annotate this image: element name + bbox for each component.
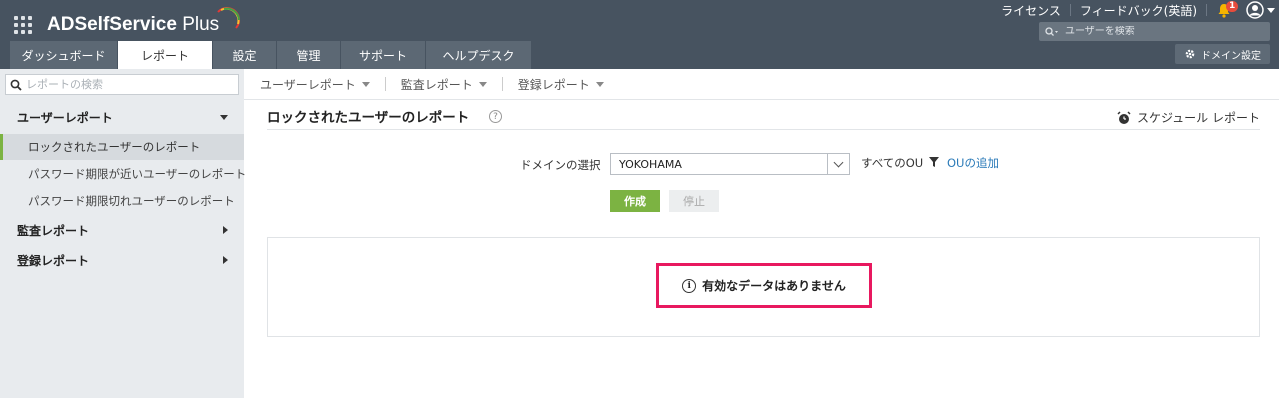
alarm-clock-icon bbox=[1117, 110, 1131, 124]
user-search-input[interactable] bbox=[1065, 26, 1255, 37]
feedback-link[interactable]: フィードバック(英語) bbox=[1071, 2, 1206, 19]
domain-settings-label: ドメイン設定 bbox=[1201, 50, 1261, 62]
report-search-box bbox=[5, 74, 239, 95]
top-header: ADSelfService Plus ライセンス フィードバック(英語) 1 ユ… bbox=[0, 0, 1279, 69]
subnav-label: 監査レポート bbox=[400, 77, 473, 92]
app-grid-icon[interactable] bbox=[14, 16, 32, 34]
help-icon[interactable]: ? bbox=[489, 110, 502, 123]
license-link[interactable]: ライセンス bbox=[992, 2, 1070, 19]
user-avatar-icon bbox=[1245, 1, 1264, 19]
tab-reports[interactable]: レポート bbox=[118, 41, 212, 69]
sidebar-group-audit-reports[interactable]: 監査レポート bbox=[0, 216, 244, 244]
tab-dashboard[interactable]: ダッシュボード bbox=[10, 41, 117, 69]
tab-admin[interactable]: 管理 bbox=[277, 41, 340, 69]
top-links: ライセンス フィードバック(英語) 1 bbox=[992, 0, 1279, 20]
sidebar-group-label: 監査レポート bbox=[17, 223, 90, 238]
no-data-message: 有効なデータはありません bbox=[702, 279, 846, 293]
domain-settings-button[interactable]: ドメイン設定 bbox=[1175, 44, 1270, 64]
caret-down-icon bbox=[361, 81, 370, 87]
tab-support[interactable]: サポート bbox=[341, 41, 425, 69]
stop-button[interactable]: 停止 bbox=[669, 190, 719, 212]
report-search-input[interactable] bbox=[26, 78, 231, 91]
add-ou-link[interactable]: OUの追加 bbox=[947, 155, 999, 171]
domain-select-value: YOKOHAMA bbox=[619, 157, 682, 171]
caret-down-icon bbox=[595, 81, 604, 87]
schedule-report-label: スケジュール レポート bbox=[1137, 111, 1260, 125]
schedule-report-link[interactable]: スケジュール レポート bbox=[1117, 109, 1260, 126]
caret-down-icon bbox=[478, 81, 487, 87]
logo-arc-icon bbox=[217, 6, 241, 29]
chevron-down-icon bbox=[1266, 7, 1275, 13]
gear-icon bbox=[1185, 49, 1195, 59]
divider bbox=[384, 77, 386, 91]
product-logo[interactable]: ADSelfService Plus bbox=[47, 14, 219, 38]
all-ou-label: すべてのOU bbox=[861, 156, 924, 170]
divider bbox=[501, 77, 503, 91]
notification-button[interactable]: 1 bbox=[1207, 0, 1241, 20]
subnav-label: ユーザーレポート bbox=[260, 77, 356, 92]
search-icon bbox=[6, 79, 26, 91]
product-name: ADSelfService bbox=[47, 14, 177, 35]
caret-down-icon bbox=[220, 114, 228, 120]
domain-select[interactable]: YOKOHAMA bbox=[610, 153, 850, 175]
sidebar-group-enrollment-reports[interactable]: 登録レポート bbox=[0, 246, 244, 274]
no-data-message-box: i 有効なデータはありません bbox=[656, 263, 872, 308]
subnav-enrollment-reports[interactable]: 登録レポート bbox=[518, 76, 604, 93]
tab-settings[interactable]: 設定 bbox=[213, 41, 276, 69]
tab-helpdesk[interactable]: ヘルプデスク bbox=[426, 41, 531, 69]
create-button[interactable]: 作成 bbox=[610, 190, 660, 212]
sidebar-group-label: 登録レポート bbox=[17, 253, 90, 268]
user-search-box bbox=[1039, 22, 1270, 41]
sidebar-item-password-expired[interactable]: パスワード期限切れユーザーのレポート bbox=[0, 188, 244, 214]
domain-select-label: ドメインの選択 bbox=[520, 158, 601, 172]
info-icon: i bbox=[682, 278, 697, 293]
sidebar-group-user-reports[interactable]: ユーザーレポート bbox=[0, 103, 244, 131]
sidebar-item-password-expiring[interactable]: パスワード期限が近いユーザーのレポート bbox=[0, 161, 246, 187]
page-title: ロックされたユーザーのレポート bbox=[267, 110, 470, 126]
notification-count-badge: 1 bbox=[1226, 1, 1239, 12]
chevron-down-icon bbox=[833, 157, 844, 167]
filter-icon[interactable] bbox=[929, 157, 939, 167]
domain-dropdown-toggle[interactable] bbox=[827, 154, 849, 174]
report-subnav: ユーザーレポート 監査レポート 登録レポート bbox=[244, 69, 1279, 100]
subnav-user-reports[interactable]: ユーザーレポート bbox=[260, 76, 370, 93]
subnav-audit-reports[interactable]: 監査レポート bbox=[401, 76, 487, 93]
sidebar: ユーザーレポート ロックされたユーザーのレポート パスワード期限が近いユーザーの… bbox=[0, 69, 246, 398]
user-menu[interactable] bbox=[1241, 0, 1279, 20]
caret-right-icon bbox=[223, 226, 228, 234]
sidebar-item-locked-users[interactable]: ロックされたユーザーのレポート bbox=[0, 134, 244, 160]
subnav-label: 登録レポート bbox=[517, 77, 590, 92]
sidebar-group-label: ユーザーレポート bbox=[17, 110, 113, 125]
main-tabs: ダッシュボード レポート 設定 管理 サポート ヘルプデスク bbox=[10, 41, 532, 69]
title-divider bbox=[267, 129, 1260, 130]
caret-right-icon bbox=[223, 256, 228, 264]
search-icon bbox=[1039, 26, 1065, 37]
